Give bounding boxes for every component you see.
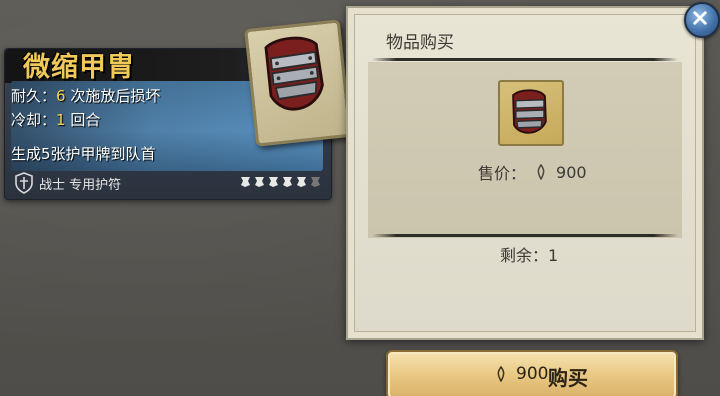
card-footer: 战士 专用护符: [11, 171, 327, 195]
remaining-label: 剩余：: [500, 246, 549, 265]
item-portrait: [244, 19, 352, 147]
star-icon-empty: [311, 177, 320, 187]
price-label: 售价：: [478, 164, 527, 183]
armor-icon: [264, 36, 324, 111]
durability-suffix: 次施放后损坏: [65, 87, 161, 105]
durability-value: 6: [56, 87, 66, 105]
warrior-shield-icon: [15, 172, 33, 194]
cooldown-line: 冷却：1 回合: [11, 109, 100, 130]
effect-text: 生成5张护甲牌到队首: [11, 145, 156, 163]
item-thumbnail: [498, 80, 564, 146]
cooldown-label: 冷却：: [11, 111, 57, 129]
item-title: 微缩甲胄: [23, 52, 135, 83]
star-icon: [297, 177, 306, 187]
buy-button[interactable]: 900 购买: [386, 350, 678, 396]
price-row: 售价： 900: [478, 160, 587, 184]
buy-price-value: 900: [516, 364, 549, 384]
star-icon: [283, 177, 292, 187]
remaining-row: 剩余：1: [500, 242, 558, 266]
buy-price: 900: [494, 364, 548, 384]
cooldown-value: 1: [56, 111, 66, 129]
class-label: 战士 专用护符: [39, 178, 122, 193]
price-value: 900: [556, 162, 587, 182]
buy-label: 购买: [548, 366, 588, 390]
close-button[interactable]: [684, 2, 720, 38]
shop-panel: 物品购买 售价： 900 剩余：1: [346, 6, 704, 340]
shop-title: 物品购买: [386, 33, 454, 53]
durability-line: 耐久：6 次施放后损坏: [11, 85, 160, 106]
remaining-value: 1: [548, 246, 559, 265]
star-icon: [241, 177, 250, 187]
divider: [372, 234, 678, 237]
cooldown-suffix: 回合: [65, 111, 101, 129]
star-icon: [255, 177, 264, 187]
coin-icon: [537, 164, 545, 180]
armor-icon: [512, 89, 547, 134]
rarity-stars: [240, 175, 321, 189]
close-icon[interactable]: [686, 4, 714, 32]
durability-label: 耐久：: [11, 87, 57, 105]
coin-icon: [497, 366, 505, 382]
star-icon: [269, 177, 278, 187]
divider: [372, 58, 678, 61]
